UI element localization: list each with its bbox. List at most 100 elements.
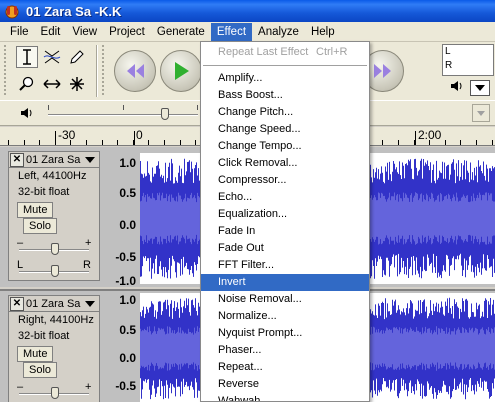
track-header: ✕ 01 Zara Sa [9,152,99,168]
track-name[interactable]: 01 Zara Sa [26,154,85,166]
menu-view[interactable]: View [66,23,103,41]
ruler-minor-tick [445,140,446,145]
scale-label: -1.0 [115,274,136,288]
ruler-minor-tick [24,140,25,145]
menu-item-nyquist-prompt[interactable]: Nyquist Prompt... [201,325,369,342]
menu-item-amplify[interactable]: Amplify... [201,70,369,87]
window-title: 01 Zara Sa -K.K [26,3,122,19]
menu-item-wahwah[interactable]: Wahwah... [201,393,369,401]
menu-item-noise-removal[interactable]: Noise Removal... [201,291,369,308]
menu-item-change-pitch[interactable]: Change Pitch... [201,104,369,121]
control-toolbar-grip[interactable] [102,45,106,95]
volume-slider-thumb[interactable] [161,108,169,120]
ruler-minor-tick [70,140,71,145]
menu-item-repeat-last-effect[interactable]: Repeat Last Effect Ctrl+R [201,44,369,61]
gain-slider-thumb[interactable] [51,387,59,399]
speaker-icon [20,107,34,122]
menu-item-invert[interactable]: Invert [201,274,369,291]
menu-item-compressor[interactable]: Compressor... [201,172,369,189]
mute-button[interactable]: Mute [17,202,54,218]
ruler-minor-tick [117,140,118,145]
gain-slider[interactable]: – + [9,381,99,402]
ruler-minor-tick [398,140,399,145]
amplitude-scale: 1.0 0.5 0.0 -0.5 [104,293,140,402]
scale-label: 0.0 [119,351,136,365]
menu-item-fade-in[interactable]: Fade In [201,223,369,240]
ruler-minor-tick [102,140,103,145]
pencil-tool-icon[interactable] [66,46,88,68]
ruler-minor-tick [8,140,9,145]
menu-item-change-tempo[interactable]: Change Tempo... [201,138,369,155]
track-header: ✕ 01 Zara Sa [9,296,99,312]
volume-slider-track[interactable] [48,114,198,116]
scale-label: -0.5 [115,379,136,393]
menu-generate[interactable]: Generate [151,23,211,41]
zoom-tool-icon[interactable] [16,73,38,95]
solo-button[interactable]: Solo [23,218,58,234]
ruler-minor-tick [429,140,430,145]
pan-slider[interactable]: L R [9,259,99,282]
rewind-button[interactable] [114,50,156,92]
menu-analyze[interactable]: Analyze [252,23,305,41]
close-icon[interactable]: ✕ [10,152,24,167]
mute-button[interactable]: Mute [17,346,54,362]
solo-button[interactable]: Solo [23,362,58,378]
envelope-tool-icon[interactable] [41,46,63,68]
menu-item-fade-out[interactable]: Fade Out [201,240,369,257]
ruler-minor-tick [86,140,87,145]
menu-item-phaser[interactable]: Phaser... [201,342,369,359]
gain-plus-label: + [85,381,92,393]
ruler-minor-tick [39,140,40,145]
track-format-info: 32-bit float [18,186,70,198]
track-name[interactable]: 01 Zara Sa [26,298,85,310]
menu-item-repeat[interactable]: Repeat... [201,359,369,376]
chevron-down-icon[interactable] [85,156,95,163]
menu-item-equalization[interactable]: Equalization... [201,206,369,223]
ruler-minor-tick [492,140,493,145]
play-button[interactable] [160,50,202,92]
menu-effect[interactable]: Effect [210,22,253,41]
pan-slider-thumb[interactable] [51,265,59,277]
pan-right-label: R [83,259,91,271]
meter-dropdown-button[interactable] [470,80,490,96]
menu-item-echo[interactable]: Echo... [201,189,369,206]
scale-label: 1.0 [119,156,136,170]
toolbar-grip[interactable] [4,45,8,95]
track-control-panel: ✕ 01 Zara Sa Left, 44100Hz 32-bit float … [8,151,100,281]
scale-label: -0.5 [115,250,136,264]
rewind-icon [127,64,144,78]
track-format-info: 32-bit float [18,330,70,342]
menu-help[interactable]: Help [305,23,341,41]
ruler-minor-tick [414,140,415,145]
menu-item-fft-filter[interactable]: FFT Filter... [201,257,369,274]
track-channel-info: Right, 44100Hz [18,314,94,326]
menu-item-change-speed[interactable]: Change Speed... [201,121,369,138]
menu-item-normalize[interactable]: Normalize... [201,308,369,325]
gain-slider[interactable]: – + [9,237,99,260]
chevron-down-icon[interactable] [85,300,95,307]
output-meter[interactable]: L R [442,44,494,76]
menu-item-reverse[interactable]: Reverse [201,376,369,393]
gain-plus-label: + [85,237,92,249]
menu-file[interactable]: File [4,23,35,41]
ibeam-tool-icon[interactable] [16,46,38,68]
close-icon[interactable]: ✕ [10,296,24,311]
speaker-icon[interactable] [450,80,464,95]
menu-item-bass-boost[interactable]: Bass Boost... [201,87,369,104]
ruler-minor-tick [180,140,181,145]
ruler-minor-tick [460,140,461,145]
menu-project[interactable]: Project [103,23,151,41]
menu-item-click-removal[interactable]: Click Removal... [201,155,369,172]
timeshift-tool-icon[interactable] [41,73,63,95]
title-bar[interactable]: 01 Zara Sa -K.K [0,0,495,22]
amplitude-scale: 1.0 0.5 0.0 -0.5 -1.0 [104,154,140,288]
menu-edit[interactable]: Edit [35,23,67,41]
pan-left-label: L [17,259,24,271]
ruler-tick [415,131,416,145]
multi-tool-icon[interactable] [66,73,88,95]
ruler-minor-tick [55,140,56,145]
ruler-minor-tick [476,140,477,145]
scale-label: 0.5 [119,186,136,200]
gain-slider-thumb[interactable] [51,243,59,255]
scroll-down-button[interactable] [472,104,490,122]
